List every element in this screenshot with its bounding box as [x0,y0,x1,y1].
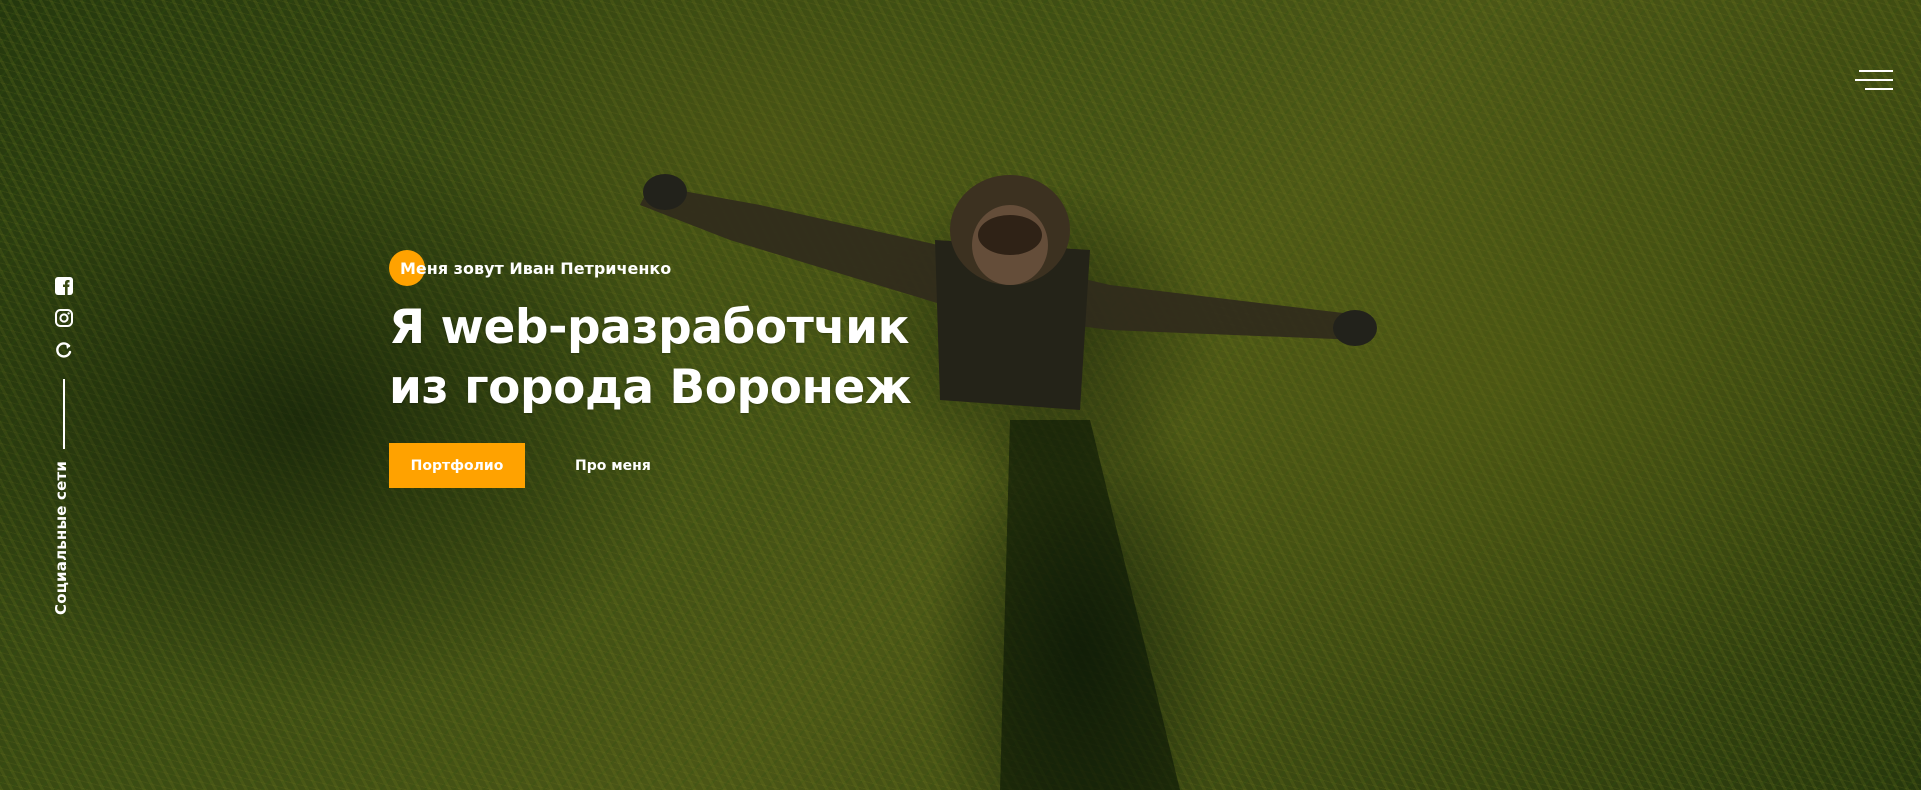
refresh-icon[interactable] [53,339,75,361]
social-sidebar [52,275,76,449]
social-divider-line [63,379,65,449]
hero-title-line-2: из города Воронеж [389,360,912,415]
hero-title: Я web-разработчик из города Воронеж [389,298,1089,418]
intro-line: Меня зовут Иван Петриченко [389,250,1089,286]
portfolio-button[interactable]: Портфолио [389,443,525,488]
hero-section: Меня зовут Иван Петриченко Я web-разрабо… [389,250,1089,418]
intro-text: Меня зовут Иван Петриченко [400,258,672,278]
about-me-link[interactable]: Про меня [569,457,657,475]
facebook-icon[interactable] [53,275,75,297]
social-label: Социальные сети [52,460,70,615]
hero-actions: Портфолио Про меня [389,443,657,488]
instagram-icon[interactable] [53,307,75,329]
hamburger-menu-icon[interactable] [1855,68,1893,94]
hero-title-line-1: Я web-разработчик [389,300,909,355]
